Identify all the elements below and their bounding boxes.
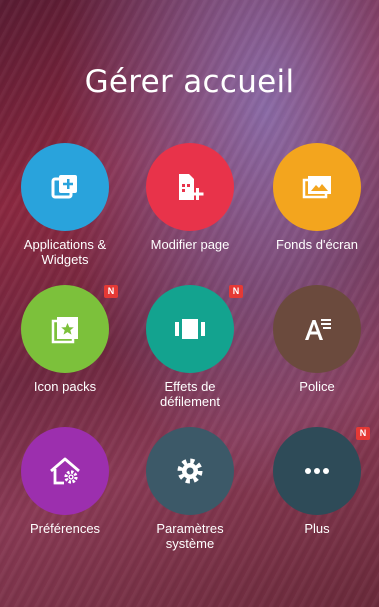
font-button[interactable]: Police [258,285,376,415]
apps-widgets-button[interactable]: Applications & Widgets [6,143,124,273]
new-badge: N [104,285,118,298]
system-settings-button[interactable]: Paramètres système [131,427,249,557]
new-badge: N [229,285,243,298]
preferences-button[interactable]: Préférences [6,427,124,557]
system-settings-label-line2: système [165,536,215,551]
gear-icon [177,458,203,484]
new-badge: N [356,427,370,440]
scroll-effects-label: Effets de défilement [119,379,261,409]
more-button[interactable]: N Plus [258,427,376,557]
system-settings-circle [146,427,234,515]
font-icon [305,319,331,340]
apps-widgets-label-line1: Applications & [23,237,107,252]
scroll-effects-circle [146,285,234,373]
more-icon [305,468,329,474]
wallpaper-circle [273,143,361,231]
icon-packs-label: Icon packs [33,379,97,394]
scroll-effect-icon [175,319,205,339]
wallpaper-icon [302,176,331,199]
font-label: Police [299,379,335,394]
scroll-effects-button[interactable]: N Effets de défilement [131,285,249,415]
edit-page-circle [146,143,234,231]
preferences-label: Préférences [29,521,101,536]
add-widget-icon [51,175,77,199]
font-circle [273,285,361,373]
icon-pack-icon [51,317,78,344]
apps-widgets-label-line2: Widgets [41,252,89,267]
wallpaper-label: Fonds d'écran [276,237,358,252]
more-circle [273,427,361,515]
apps-widgets-circle [21,143,109,231]
icon-packs-button[interactable]: N Icon packs [6,285,124,415]
system-settings-label-line1: Paramètres [156,521,224,536]
home-manage-screen: Gérer accueil Applications & Widgets Mod… [0,0,379,607]
icon-packs-circle [21,285,109,373]
scroll-effects-label-line2: défilement [160,394,220,409]
wallpaper-button[interactable]: Fonds d'écran [258,143,376,273]
apps-widgets-label: Applications & Widgets [0,237,136,267]
scroll-effects-label-line1: Effets de [164,379,216,394]
edit-page-icon [179,174,204,200]
edit-page-button[interactable]: Modifier page [131,143,249,273]
edit-page-label: Modifier page [150,237,230,252]
system-settings-label: Paramètres système [119,521,261,551]
page-title: Gérer accueil [84,64,295,100]
more-label: Plus [304,521,330,536]
status-bar [0,0,379,20]
home-settings-icon [50,457,80,485]
preferences-circle [21,427,109,515]
